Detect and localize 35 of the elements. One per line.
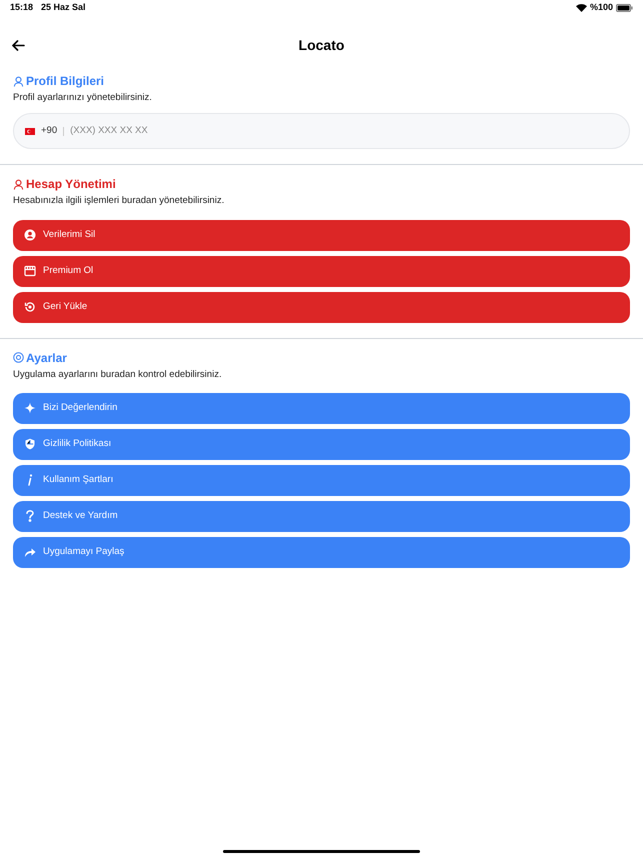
menu-button[interactable]: Bizi Değerlendirin — [13, 392, 630, 424]
battery-icon — [616, 4, 633, 12]
menu-button[interactable]: Destek ve Yardım — [13, 500, 630, 532]
phone-input[interactable]: (XXX) XXX XX XX — [70, 124, 618, 138]
phone-field[interactable]: +90 (XXX) XXX XX XX — [13, 113, 630, 150]
section-title: Profil Bilgileri — [26, 73, 104, 90]
menu-button[interactable]: Verilerimi Sil — [13, 220, 630, 250]
user-icon — [13, 178, 24, 190]
country-code: +90 — [41, 124, 58, 138]
share-icon — [24, 546, 36, 558]
back-arrow-icon[interactable] — [12, 40, 25, 50]
info-icon — [27, 474, 33, 486]
wifi-icon — [576, 4, 587, 12]
settings-icon — [13, 352, 24, 363]
menu-button[interactable]: Geri Yükle — [13, 292, 630, 322]
flag-icon — [25, 128, 35, 135]
menu-button[interactable]: Kullanım Şartları — [13, 464, 630, 496]
menu-button[interactable]: Gizlilik Politikası — [13, 428, 630, 460]
section-title: Hesap Yönetimi — [26, 176, 116, 194]
sparkle-icon — [24, 402, 36, 414]
status-date: 25 Haz Sal — [41, 1, 86, 14]
history-icon — [24, 301, 36, 313]
battery-percent: %100 — [590, 1, 613, 14]
help-icon — [26, 510, 34, 522]
section-subtitle: Uygulama ayarlarını buradan kontrol edebilirsiniz. — [13, 368, 223, 382]
section-title: Ayarlar — [26, 350, 67, 366]
store-icon — [24, 265, 36, 277]
section-subtitle: Profil ayarlarınızı yönetebilirsiniz. — [13, 91, 153, 105]
status-time: 15:18 — [10, 1, 34, 14]
section-subtitle: Hesabınızla ilgili işlemleri buradan yönetebilirsiniz. — [13, 194, 226, 208]
page-title: Locato — [298, 36, 344, 54]
menu-button[interactable]: Uygulamayı Paylaş — [13, 536, 630, 568]
shield-icon — [24, 438, 36, 450]
user-icon — [13, 76, 24, 86]
menu-button[interactable]: Premium Ol — [13, 256, 630, 286]
